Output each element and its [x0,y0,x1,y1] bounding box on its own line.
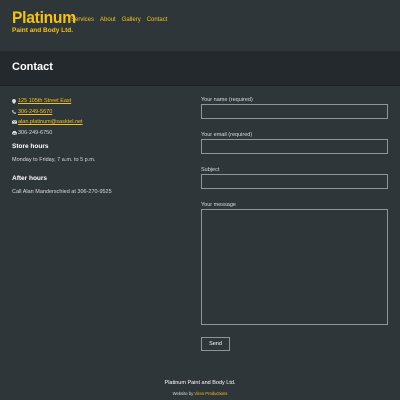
brand-logo-subtitle[interactable]: Paint and Body Ltd. [12,27,73,35]
subject-field[interactable] [201,174,388,189]
address-row: 125 105th Street East [12,96,112,107]
nav-item-gallery[interactable]: Gallery [122,17,141,23]
page-title: Contact [12,61,53,73]
contact-form: Your name (required) Your email (require… [201,96,388,351]
phone-link[interactable]: 306-249-5670 [18,107,52,118]
nav-item-contact[interactable]: Contact [147,17,168,23]
name-field[interactable] [201,104,388,119]
email-row: alan.platinum@sasktel.net [11,117,112,128]
footer-credit: Website by Vireo Productions [0,390,400,397]
message-label: Your message [201,202,236,208]
email-field[interactable] [201,139,388,154]
message-field[interactable] [201,209,388,325]
main-content: 125 105th Street East 306-249-5670 alan.… [0,96,400,366]
store-hours-heading: Store hours [12,143,49,150]
email-link[interactable]: alan.platinum@sasktel.net [18,117,83,128]
brand-logo-title[interactable]: Platinum [12,9,76,26]
store-hours-text: Monday to Friday, 7 a.m. to 5 p.m. [12,157,96,163]
map-pin-icon [12,99,16,105]
footer-credit-link[interactable]: Vireo Productions [194,391,227,396]
envelope-icon [11,120,18,124]
nav-item-about[interactable]: About [100,17,116,23]
fax-icon [12,130,17,135]
address-link[interactable]: 125 105th Street East [18,96,71,107]
email-label: Your email (required) [201,132,253,138]
footer-credit-prefix: Website by [172,391,194,396]
phone-row: 306-249-5670 [12,107,112,118]
nav-item-services[interactable]: Services [71,17,94,23]
after-hours-text: Call Alan Manderschied at 306-270-9525 [12,189,112,195]
site-header: Platinum Paint and Body Ltd. Services Ab… [0,0,400,45]
footer-company-name: Platinum Paint and Body Ltd. [164,380,236,386]
after-hours-heading: After hours [12,175,48,182]
main-nav: Services About Gallery Contact [71,17,167,23]
page-banner: Contact [0,51,400,86]
fax-row: 306-249-6750 [12,128,112,139]
site-footer: Platinum Paint and Body Ltd. Website by … [0,380,400,397]
send-button[interactable]: Send [201,337,230,351]
subject-label: Subject [201,167,220,173]
name-label: Your name (required) [201,97,253,103]
contact-info: 125 105th Street East 306-249-5670 alan.… [11,96,112,206]
phone-icon [12,109,16,114]
fax-number: 306-249-6750 [18,129,53,136]
